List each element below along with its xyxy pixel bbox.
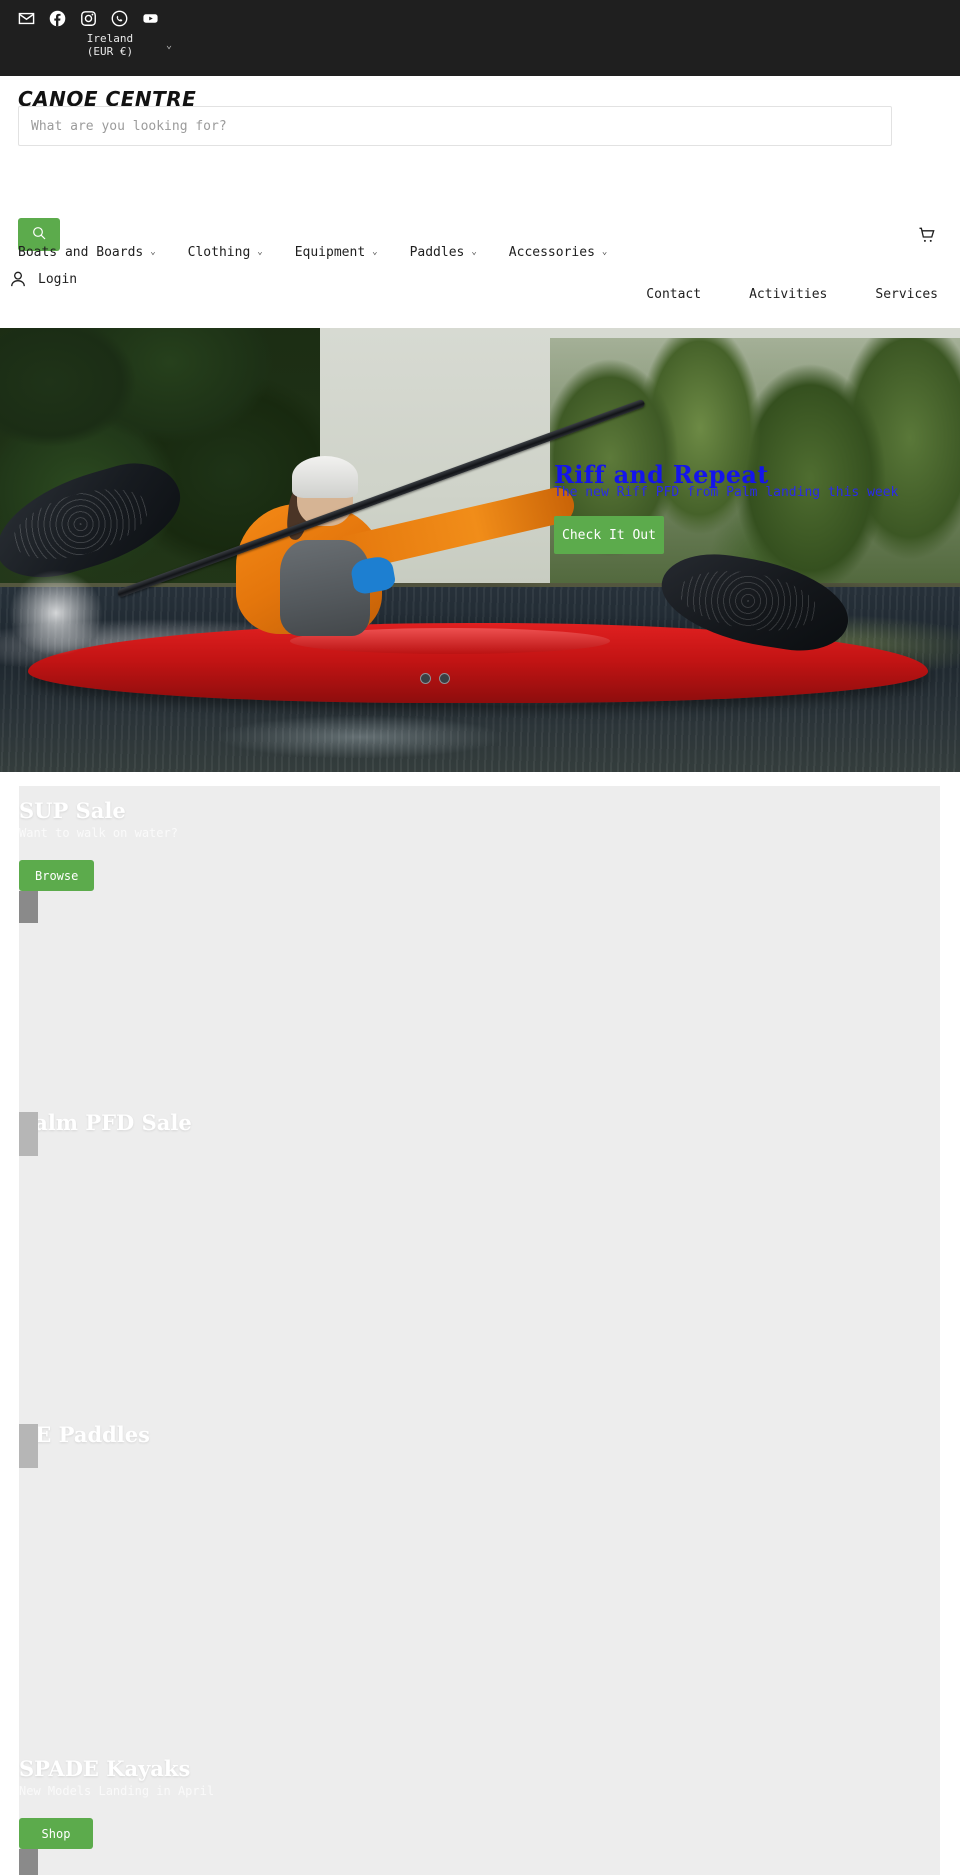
announcement-bar: Ireland (EUR €) ⌄: [0, 0, 960, 76]
nav-label: Equipment: [294, 244, 366, 260]
primary-navigation: Boats and Boards ⌄ Clothing ⌄ Equipment …: [0, 234, 960, 270]
chevron-down-icon: ⌄: [150, 247, 156, 257]
promo-title: SPADE Kayaks: [19, 1756, 191, 1781]
promo-scroll-handle[interactable]: [19, 1849, 38, 1875]
promo-scroll-handle[interactable]: [19, 1112, 38, 1156]
hero-kayak-fittings: [420, 673, 452, 685]
secondary-navigation: Contact Activities Services: [0, 278, 960, 310]
promo-scroll-handle[interactable]: [19, 891, 38, 923]
hero-section-gap: [0, 772, 960, 786]
whatsapp-icon[interactable]: [111, 10, 128, 27]
nav-item-contact[interactable]: Contact: [646, 287, 701, 302]
social-links: [18, 10, 159, 27]
promo-subtitle: New Models Landing in April: [19, 1784, 215, 1798]
hero-banner: Riff and Repeat The new Riff PFD from Pa…: [0, 328, 960, 772]
chevron-down-icon: ⌄: [601, 247, 608, 257]
nav-item-services[interactable]: Services: [875, 287, 938, 302]
facebook-icon[interactable]: [49, 10, 66, 27]
promo-card-ve-paddles[interactable]: VE Paddles: [19, 1410, 940, 1722]
nav-item-activities[interactable]: Activities: [749, 287, 827, 302]
promo-title: Palm PFD Sale: [19, 1110, 192, 1135]
chevron-down-icon: ⌄: [165, 39, 172, 51]
promo-card-spade-kayaks[interactable]: SPADE Kayaks New Models Landing in April…: [19, 1722, 940, 1875]
hero-paddler-helmet: [292, 456, 358, 498]
locale-label: Ireland (EUR €): [86, 32, 134, 58]
chevron-down-icon: ⌄: [372, 247, 378, 257]
nav-label: Paddles: [409, 244, 465, 260]
promo-collection-list: SUP Sale Want to walk on water? Browse P…: [19, 786, 940, 1875]
promo-title: VE Paddles: [19, 1422, 150, 1447]
nav-label: Accessories: [508, 244, 595, 260]
search-form: [18, 106, 892, 146]
chevron-down-icon: ⌄: [257, 247, 263, 257]
hero-cta-button[interactable]: Check It Out: [554, 516, 664, 554]
nav-item-clothing[interactable]: Clothing ⌄: [188, 245, 263, 260]
nav-label: Clothing: [187, 244, 251, 260]
promo-title: SUP Sale: [19, 798, 126, 823]
email-icon[interactable]: [18, 10, 35, 27]
locale-currency-selector[interactable]: Ireland (EUR €) ⌄: [60, 32, 172, 58]
nav-item-boats-and-boards[interactable]: Boats and Boards ⌄: [18, 245, 156, 260]
nav-label: Boats and Boards: [18, 244, 144, 260]
promo-scroll-handle[interactable]: [19, 1424, 38, 1468]
hero-image-kayaker: [0, 328, 960, 772]
chevron-down-icon: ⌄: [471, 247, 477, 257]
nav-item-paddles[interactable]: Paddles ⌄: [410, 245, 477, 260]
promo-cta-button[interactable]: Shop: [19, 1818, 93, 1849]
promo-right-margin: [940, 786, 960, 1875]
hero-water-splash: [0, 558, 116, 668]
promo-card-palm-pfd-sale[interactable]: Palm PFD Sale: [19, 1098, 940, 1410]
site-header: CANOE CENTRE Login: [0, 76, 960, 310]
nav-item-accessories[interactable]: Accessories ⌄: [509, 245, 608, 260]
promo-subtitle: Want to walk on water?: [19, 826, 178, 840]
nav-item-equipment[interactable]: Equipment ⌄: [295, 245, 378, 260]
search-input[interactable]: [18, 106, 892, 146]
instagram-icon[interactable]: [80, 10, 97, 27]
promo-card-sup-sale[interactable]: SUP Sale Want to walk on water? Browse: [19, 786, 940, 1098]
promo-cta-button[interactable]: Browse: [19, 860, 95, 891]
youtube-icon[interactable]: [142, 10, 159, 27]
